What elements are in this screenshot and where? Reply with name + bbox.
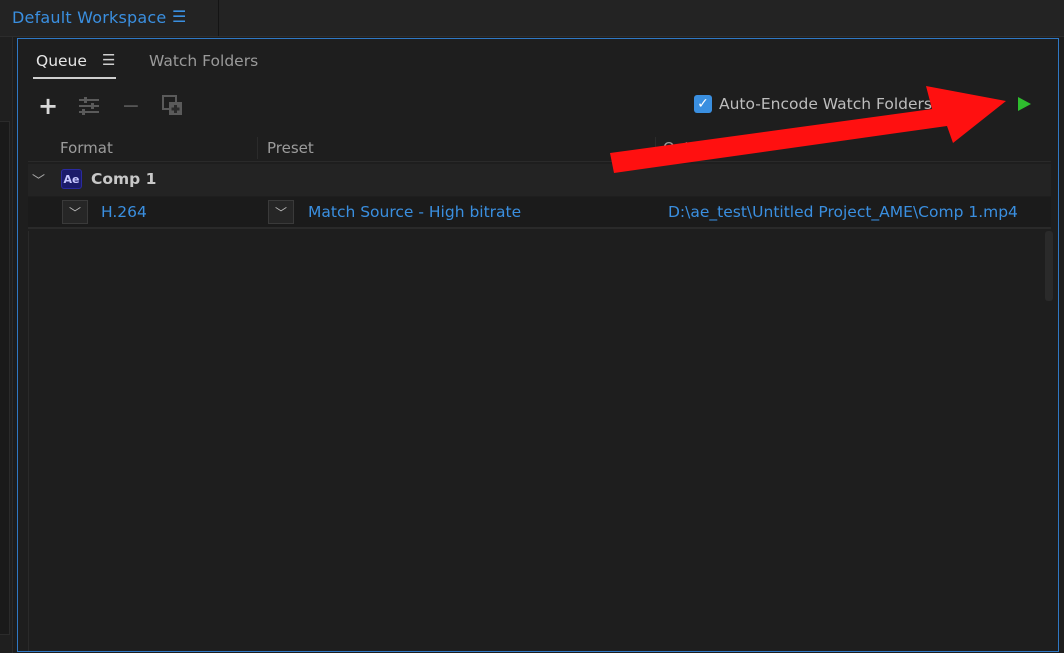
tab-queue[interactable]: Queue [36,52,87,70]
duplicate-icon-glyph [162,95,182,115]
queue-panel-menu-icon[interactable]: ☰ [102,51,115,69]
queue-panel: Queue ☰ Watch Folders + − ✓ Auto-Encode … [17,38,1059,652]
queue-list-area[interactable] [28,231,1039,651]
format-dropdown-chevron-icon[interactable]: ﹀ [62,200,88,224]
play-icon[interactable] [1018,97,1031,111]
sliders-icon[interactable] [76,94,102,118]
chevron-down-icon[interactable]: ﹀ [32,170,45,189]
queue-header-row: Format Preset Output File [28,135,1051,162]
column-separator[interactable] [257,137,258,159]
column-header-output[interactable]: Output File [663,139,745,157]
column-separator[interactable] [655,137,656,159]
column-header-format[interactable]: Format [60,139,113,157]
auto-encode-checkbox[interactable]: ✓ [694,95,712,113]
hamburger-menu-icon[interactable]: ☰ [172,7,186,26]
tab-watch-folders[interactable]: Watch Folders [149,52,258,70]
preset-link[interactable]: Match Source - High bitrate [308,203,521,221]
sliders-icon-glyph [79,97,99,115]
column-header-preset[interactable]: Preset [267,139,314,157]
plus-icon[interactable]: + [36,92,60,120]
queue-output-row[interactable]: ﹀ H.264 ﹀ Match Source - High bitrate D:… [28,197,1051,229]
workspace-bar: Default Workspace ☰ [0,0,1064,37]
scrollbar[interactable] [1045,231,1053,301]
workspace-divider [218,0,219,36]
workspace-title[interactable]: Default Workspace [12,8,166,27]
format-link[interactable]: H.264 [101,203,147,221]
auto-encode-toggle[interactable]: ✓ Auto-Encode Watch Folders [694,95,932,113]
after-effects-icon: Ae [61,169,82,189]
left-panel [0,37,13,653]
queue-source-row[interactable]: ﹀ Ae Comp 1 [28,164,1051,196]
minus-icon[interactable]: − [120,94,142,119]
output-file-link[interactable]: D:\ae_test\Untitled Project_AME\Comp 1.m… [668,203,1018,221]
preset-dropdown-chevron-icon[interactable]: ﹀ [268,200,294,224]
active-tab-indicator [33,77,116,79]
auto-encode-label: Auto-Encode Watch Folders [719,95,932,113]
left-panel-content [0,121,10,635]
duplicate-icon[interactable] [160,94,186,118]
source-name: Comp 1 [91,170,157,188]
